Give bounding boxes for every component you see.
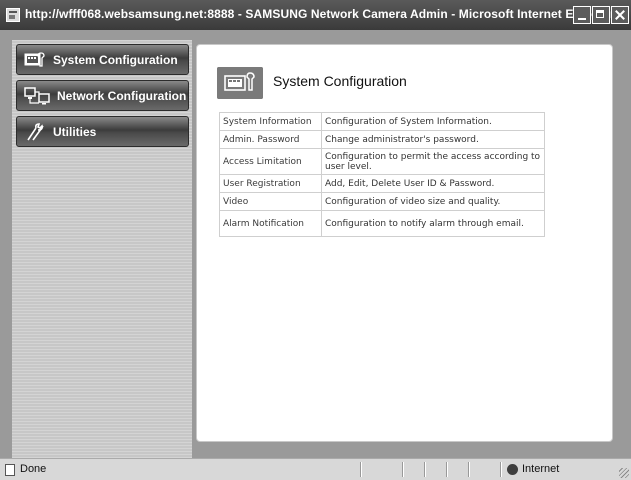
minimize-button[interactable]: [573, 6, 591, 24]
menu-link-user-registration[interactable]: User Registration: [219, 174, 322, 193]
menu-link-admin-password[interactable]: Admin. Password: [219, 130, 322, 149]
table-row[interactable]: Alarm Notification Configuration to noti…: [219, 210, 545, 237]
browser-page-icon: [6, 8, 20, 22]
browser-window: http://wfff068.websamsung.net:8888 - SAM…: [0, 0, 631, 480]
configuration-table: System Information Configuration of Syst…: [219, 112, 545, 237]
sidebar-item-network-configuration[interactable]: Network Configuration: [16, 80, 189, 111]
status-divider: [424, 462, 426, 477]
table-row[interactable]: Video Configuration of video size and qu…: [219, 192, 545, 211]
window-title: http://wfff068.websamsung.net:8888 - SAM…: [25, 7, 615, 21]
tools-icon: [27, 123, 44, 141]
status-bar: Done Internet: [0, 458, 631, 480]
sidebar-item-label: System Configuration: [53, 53, 178, 67]
menu-description: Add, Edit, Delete User ID & Password.: [321, 174, 545, 193]
table-row[interactable]: Access Limitation Configuration to permi…: [219, 148, 545, 175]
security-zone: Internet: [522, 463, 560, 475]
menu-description: Configuration to permit the access accor…: [321, 148, 545, 175]
table-row[interactable]: Admin. Password Change administrator's p…: [219, 130, 545, 149]
menu-link-video[interactable]: Video: [219, 192, 322, 211]
menu-link-alarm-notification[interactable]: Alarm Notification: [219, 210, 322, 237]
status-divider: [468, 462, 470, 477]
status-divider: [360, 462, 362, 477]
sidebar-item-utilities[interactable]: Utilities: [16, 116, 189, 147]
close-button[interactable]: [611, 6, 629, 24]
table-row[interactable]: System Information Configuration of Syst…: [219, 112, 545, 131]
resize-grip[interactable]: [619, 468, 629, 478]
status-text: Done: [20, 463, 47, 475]
status-divider: [402, 462, 404, 477]
menu-description: Configuration to notify alarm through em…: [321, 210, 545, 237]
maximize-button[interactable]: [592, 6, 610, 24]
sidebar-item-label: Utilities: [53, 125, 97, 139]
sidebar: System Configuration Network Configurati…: [12, 40, 192, 458]
menu-description: Configuration of video size and quality.: [321, 192, 545, 211]
page-title: System Configuration: [273, 73, 407, 89]
monitor-wrench-icon: [217, 67, 263, 99]
main-content: System Configuration System Information …: [196, 44, 613, 442]
menu-description: Configuration of System Information.: [321, 112, 545, 131]
menu-link-system-information[interactable]: System Information: [219, 112, 322, 131]
status-divider: [500, 462, 502, 477]
globe-icon: [507, 464, 518, 475]
table-row[interactable]: User Registration Add, Edit, Delete User…: [219, 174, 545, 193]
sidebar-item-label: Network Configuration: [57, 89, 187, 103]
menu-description: Change administrator's password.: [321, 130, 545, 149]
title-bar: http://wfff068.websamsung.net:8888 - SAM…: [0, 0, 631, 30]
network-computers-icon: [24, 87, 50, 105]
monitor-wrench-icon: [24, 52, 45, 67]
sidebar-item-system-configuration[interactable]: System Configuration: [16, 44, 189, 75]
page-icon: [5, 464, 15, 476]
menu-link-access-limitation[interactable]: Access Limitation: [219, 148, 322, 175]
status-divider: [446, 462, 448, 477]
